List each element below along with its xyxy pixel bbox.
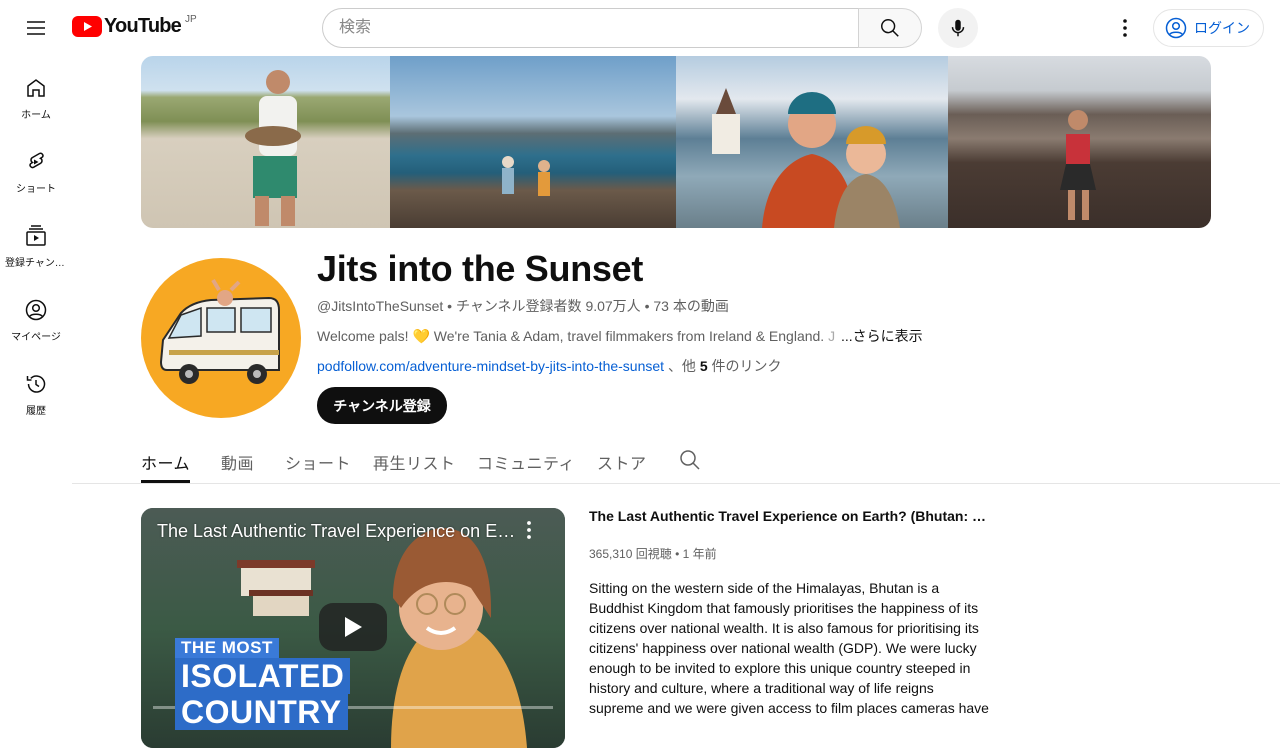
subscriber-count: チャンネル登録者数 9.07万人 (455, 298, 641, 314)
channel-search-icon[interactable] (678, 448, 702, 472)
upload-age: 1 年前 (682, 547, 717, 561)
channel-primary-link[interactable]: podfollow.com/adventure-mindset-by-jits-… (317, 358, 664, 374)
voice-search-button[interactable] (938, 8, 978, 48)
tab-shorts[interactable]: ショート (285, 440, 351, 483)
tab-community[interactable]: コミュニティ (477, 440, 575, 483)
tab-store[interactable]: ストア (597, 440, 647, 483)
sidebar-item-subscriptions[interactable]: 登録チャンネル (4, 204, 68, 278)
history-icon (26, 375, 46, 393)
top-bar: YouTube JP ログイン (0, 0, 1280, 56)
menu-button[interactable] (16, 8, 56, 48)
more-vertical-icon (1123, 19, 1127, 37)
youtube-logo[interactable]: YouTube JP (72, 14, 197, 38)
channel-metadata: @JitsIntoTheSunset • チャンネル登録者数 9.07万人 • … (317, 296, 729, 316)
channel-avatar (141, 258, 301, 418)
sidebar-item-label: マイページ (11, 332, 61, 343)
featured-video-player[interactable]: THE MOST ISOLATED COUNTRY The Last Authe… (141, 508, 565, 748)
subscribe-button[interactable]: チャンネル登録 (317, 387, 447, 424)
channel-description[interactable]: Welcome pals! 💛 We're Tania & Adam, trav… (317, 326, 923, 346)
featured-video-description: Sitting on the western side of the Himal… (589, 580, 989, 716)
account-circle-icon (1165, 17, 1187, 39)
channel-links: podfollow.com/adventure-mindset-by-jits-… (317, 356, 782, 376)
links-count[interactable]: 5 (700, 358, 708, 374)
home-icon (27, 79, 45, 97)
channel-tabs: ホーム 動画 ショート 再生リスト コミュニティ ストア (72, 440, 1280, 484)
sidebar-item-home[interactable]: ホーム (4, 56, 68, 130)
play-icon (345, 617, 362, 637)
hamburger-icon (27, 21, 45, 35)
banner-photo-couple-bled (676, 56, 948, 228)
play-button[interactable] (319, 603, 387, 651)
region-code: JP (184, 14, 197, 25)
microphone-icon (951, 19, 965, 37)
featured-video-title[interactable]: The Last Authentic Travel Experience on … (589, 508, 989, 524)
view-count: 365,310 回視聴 (589, 547, 672, 561)
meta-separator: • (447, 298, 456, 314)
shorts-icon (29, 152, 44, 169)
settings-more-button[interactable] (1105, 8, 1145, 48)
banner-photo-crater (948, 56, 1211, 228)
subscriptions-icon (26, 225, 46, 246)
sidebar-item-shorts[interactable]: ショート (4, 130, 68, 204)
banner-photo-beach (141, 56, 390, 228)
banner-photo-volcano-lake (390, 56, 676, 228)
search-button[interactable] (858, 8, 922, 48)
thumbnail-caption-1: THE MOST (175, 638, 279, 658)
description-text: Welcome pals! 💛 We're Tania & Adam, trav… (317, 328, 825, 344)
links-suffix[interactable]: 件のリンク (708, 358, 782, 374)
logo-text: YouTube (104, 15, 182, 37)
channel-name: Jits into the Sunset (317, 248, 644, 289)
sidebar-item-history[interactable]: 履歴 (4, 352, 68, 426)
player-title[interactable]: The Last Authentic Travel Experience on … (157, 521, 517, 542)
sidebar-item-label: 履歴 (26, 406, 46, 417)
meta-separator: • (675, 547, 683, 561)
tab-videos[interactable]: 動画 (221, 440, 254, 483)
channel-banner (141, 56, 1211, 228)
show-more-link[interactable]: ...さらに表示 (841, 328, 923, 344)
video-count: 73 本の動画 (653, 298, 729, 314)
search-input[interactable] (322, 8, 859, 48)
featured-video-meta: 365,310 回視聴 • 1 年前 (589, 545, 717, 562)
sidebar-item-label: 登録チャンネル (5, 258, 67, 269)
channel-handle: @JitsIntoTheSunset (317, 298, 444, 314)
sidebar-item-you[interactable]: マイページ (4, 278, 68, 352)
thumbnail-caption-3: COUNTRY (175, 694, 348, 730)
sidebar-item-label: ショート (16, 184, 56, 195)
more-vertical-icon[interactable] (517, 518, 541, 542)
youtube-play-logo-icon (72, 16, 102, 37)
thumbnail-caption-2: ISOLATED (175, 658, 351, 694)
signin-label: ログイン (1194, 20, 1250, 36)
tab-home[interactable]: ホーム (141, 440, 191, 483)
signin-button[interactable]: ログイン (1153, 9, 1264, 47)
sidebar-item-label: ホーム (21, 110, 51, 121)
account-icon (25, 299, 47, 321)
links-prefix: 、他 (667, 358, 700, 374)
tab-playlists[interactable]: 再生リスト (373, 440, 456, 483)
description-fade-text: J (824, 328, 836, 344)
search-icon (881, 19, 899, 37)
